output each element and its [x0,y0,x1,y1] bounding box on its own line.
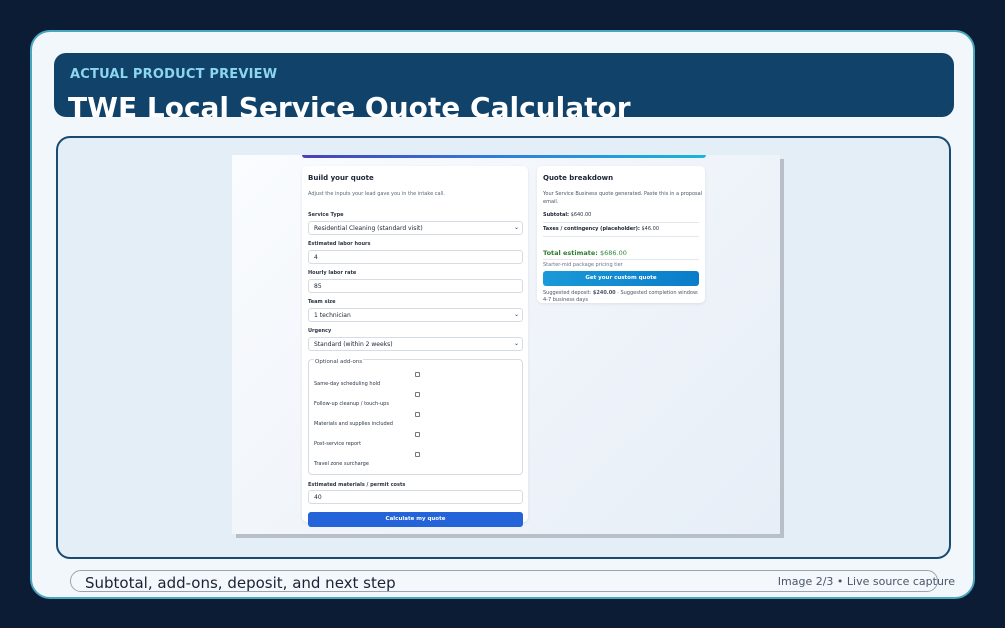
get-custom-quote-button[interactable]: Get your custom quote [543,271,699,286]
addons-legend: Optional add-ons [314,359,364,365]
divider [543,222,699,223]
total-value: $686.00 [600,249,627,257]
header-eyebrow: ACTUAL PRODUCT PREVIEW [70,67,278,82]
subtotal-label: Subtotal: [543,212,570,218]
deposit-value: $240.00 [592,290,616,296]
addon-label: Travel zone surcharge [314,461,369,467]
deposit-note: Suggested deposit: $240.00 · Suggested c… [543,290,703,304]
team-size-label: Team size [308,299,336,305]
urgency-label: Urgency [308,328,332,334]
page-title: TWE Local Service Quote Calculator [68,91,631,117]
addons-fieldset: Optional add-ons Same-day scheduling hol… [308,359,523,475]
total-label: Total estimate: [543,249,598,257]
quote-form-card: Build your quote Adjust the inputs your … [302,166,528,527]
chevron-down-icon: ⌄ [513,224,519,231]
labor-hours-label: Estimated labor hours [308,241,371,247]
product-screenshot: Build your quote Adjust the inputs your … [232,155,780,534]
subtotal-line: Subtotal: $640.00 [543,212,591,218]
taxes-line: Taxes / contingency (placeholder): $46.0… [543,226,659,232]
team-size-value: 1 technician [314,312,351,319]
divider [543,236,699,237]
addon-checkbox[interactable] [415,452,420,457]
labor-hours-input[interactable]: 4 [308,250,523,264]
outer-card: ACTUAL PRODUCT PREVIEW TWE Local Service… [30,30,975,599]
caption-text: Subtotal, add-ons, deposit, and next ste… [85,574,396,592]
caption-meta: Image 2/3 • Live source capture [777,575,955,588]
service-type-select[interactable]: Residential Cleaning (standard visit) ⌄ [308,221,523,235]
deposit-label: Suggested deposit: [543,290,592,296]
addon-label: Materials and supplies included [314,421,393,427]
addon-label: Post-service report [314,441,362,447]
service-type-value: Residential Cleaning (standard visit) [314,225,423,232]
total-line: Total estimate: $686.00 [543,249,627,257]
taxes-label: Taxes / contingency (placeholder): [543,226,640,232]
form-description: Adjust the inputs your lead gave you in … [308,191,445,197]
taxes-value: $46.00 [641,226,660,232]
divider [543,259,699,260]
accent-bar [302,155,706,158]
labor-hours-value: 4 [314,254,318,261]
addon-checkbox[interactable] [415,392,420,397]
pricing-tier: Starter-mid package pricing tier [543,262,623,268]
addon-checkbox[interactable] [415,412,420,417]
addon-checkbox[interactable] [415,432,420,437]
hourly-rate-value: 85 [314,283,322,290]
materials-label: Estimated materials / permit costs [308,482,406,488]
materials-input[interactable]: 40 [308,490,523,504]
caption-bar: Subtotal, add-ons, deposit, and next ste… [70,570,955,592]
quote-breakdown-card: Quote breakdown Your Service Business qu… [537,166,705,303]
addon-checkbox[interactable] [415,372,420,377]
addon-label: Same-day scheduling hold [314,381,381,387]
materials-value: 40 [314,494,322,501]
quote-title: Quote breakdown [543,174,614,182]
form-title: Build your quote [308,174,374,182]
hourly-rate-input[interactable]: 85 [308,279,523,293]
header-panel: ACTUAL PRODUCT PREVIEW TWE Local Service… [54,53,954,117]
subtotal-value: $640.00 [570,212,592,218]
hourly-rate-label: Hourly labor rate [308,270,357,276]
urgency-value: Standard (within 2 weeks) [314,341,393,348]
service-type-label: Service Type [308,212,344,218]
preview-frame: Build your quote Adjust the inputs your … [56,136,951,559]
urgency-select[interactable]: Standard (within 2 weeks) ⌄ [308,337,523,351]
calculate-quote-button[interactable]: Calculate my quote [308,512,523,527]
addon-label: Follow-up cleanup / touch-ups [314,401,389,407]
chevron-down-icon: ⌄ [513,311,519,318]
chevron-down-icon: ⌄ [513,340,519,347]
quote-description: Your Service Business quote generated. P… [543,191,703,205]
team-size-select[interactable]: 1 technician ⌄ [308,308,523,322]
